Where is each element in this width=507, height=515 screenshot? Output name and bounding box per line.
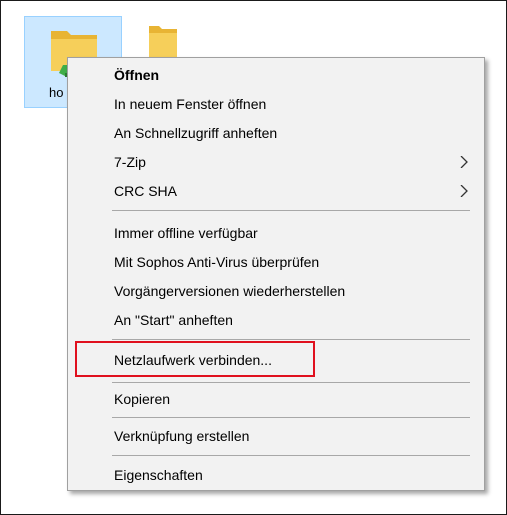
folder-label: ho xyxy=(49,85,64,100)
menu-item-label: Immer offline verfügbar xyxy=(114,225,258,241)
explorer-window: ho Öffnen In neuem Fenster öffnen An Sch… xyxy=(0,0,507,515)
menu-item-always-offline[interactable]: Immer offline verfügbar xyxy=(68,220,484,246)
menu-separator xyxy=(112,339,470,340)
menu-item-restore-previous[interactable]: Vorgängerversionen wiederherstellen xyxy=(68,278,484,304)
context-menu: Öffnen In neuem Fenster öffnen An Schnel… xyxy=(67,57,485,491)
menu-item-label: An "Start" anheften xyxy=(114,312,233,328)
menu-item-label: An Schnellzugriff anheften xyxy=(114,125,278,141)
menu-separator xyxy=(112,210,470,211)
highlight-box xyxy=(75,341,315,377)
menu-item-crc-sha[interactable]: CRC SHA xyxy=(68,178,484,204)
folder-icon xyxy=(149,26,177,60)
menu-item-create-shortcut[interactable]: Verknüpfung erstellen xyxy=(68,423,484,449)
menu-item-sophos-scan[interactable]: Mit Sophos Anti-Virus überprüfen xyxy=(68,249,484,275)
menu-item-label: Öffnen xyxy=(114,67,160,83)
menu-item-label: Mit Sophos Anti-Virus überprüfen xyxy=(114,254,320,270)
menu-item-label: Vorgängerversionen wiederherstellen xyxy=(114,283,346,299)
menu-separator xyxy=(112,382,470,383)
menu-item-label: Eigenschaften xyxy=(114,467,203,483)
menu-item-copy[interactable]: Kopieren xyxy=(68,386,484,412)
menu-item-7zip[interactable]: 7-Zip xyxy=(68,149,484,175)
menu-item-pin-start[interactable]: An "Start" anheften xyxy=(68,307,484,333)
menu-item-label: In neuem Fenster öffnen xyxy=(114,96,267,112)
menu-item-open[interactable]: Öffnen xyxy=(68,62,484,88)
menu-item-label: CRC SHA xyxy=(114,183,178,199)
menu-item-label: Verknüpfung erstellen xyxy=(114,428,250,444)
menu-item-pin-quick-access[interactable]: An Schnellzugriff anheften xyxy=(68,120,484,146)
menu-item-properties[interactable]: Eigenschaften xyxy=(68,462,484,488)
menu-item-label: 7-Zip xyxy=(114,154,146,170)
menu-separator xyxy=(112,417,470,418)
menu-separator xyxy=(112,455,470,456)
menu-item-open-new-window[interactable]: In neuem Fenster öffnen xyxy=(68,91,484,117)
chevron-right-icon xyxy=(460,185,468,197)
chevron-right-icon xyxy=(460,156,468,168)
menu-item-label: Kopieren xyxy=(114,391,171,407)
